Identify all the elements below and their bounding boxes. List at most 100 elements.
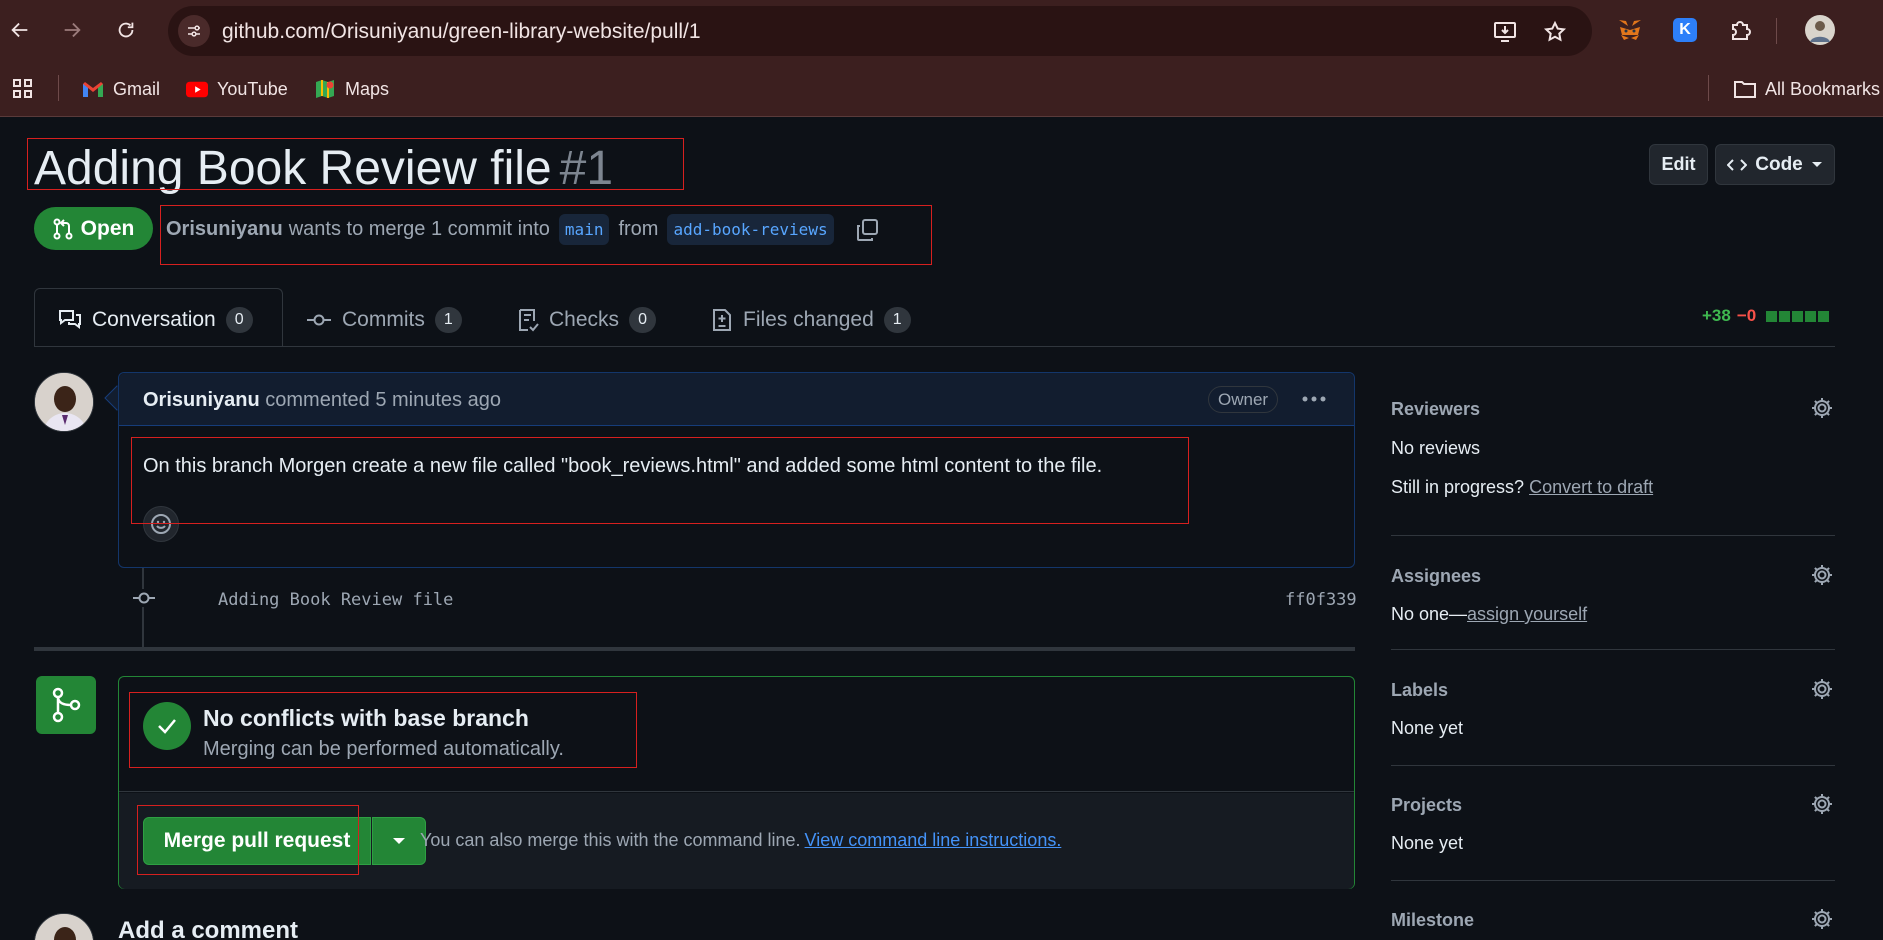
comment-header: Orisuniyanu commented 5 minutes ago Owne… [119, 373, 1354, 426]
apps-grid-icon[interactable] [12, 75, 34, 103]
tab-conversation[interactable]: Conversation 0 [58, 304, 253, 336]
merge-status-subtitle: Merging can be performed automatically. [203, 738, 564, 760]
comment-author[interactable]: Orisuniyanu [143, 389, 260, 411]
address-bar[interactable]: github.com/Orisuniyanu/green-library-web… [168, 6, 1592, 56]
folder-icon [1734, 78, 1756, 100]
merge-pull-request-button[interactable]: Merge pull request [143, 817, 371, 865]
sidebar-heading[interactable]: Milestone [1391, 910, 1474, 931]
maps-icon [314, 78, 336, 100]
metamask-extension-icon[interactable] [1614, 14, 1646, 46]
timeline-line [142, 568, 144, 647]
owner-badge: Owner [1208, 386, 1279, 413]
browser-toolbar: github.com/Orisuniyanu/green-library-web… [0, 0, 1883, 61]
command-line-instructions-link[interactable]: View command line instructions. [805, 830, 1062, 850]
projects-value: None yet [1391, 833, 1464, 853]
edit-button[interactable]: Edit [1649, 144, 1708, 185]
still-in-progress-text: Still in progress? [1391, 477, 1525, 497]
convert-to-draft-link[interactable]: Convert to draft [1529, 477, 1653, 497]
add-reaction-button[interactable] [143, 506, 179, 542]
k-extension-icon[interactable]: K [1669, 14, 1701, 46]
code-button[interactable]: Code [1715, 144, 1835, 185]
diffstat-blocks [1766, 310, 1830, 322]
forward-button[interactable] [56, 14, 88, 46]
site-info-icon[interactable] [178, 15, 210, 47]
gear-icon[interactable] [1809, 906, 1835, 932]
caret-down-icon [1811, 161, 1822, 167]
code-icon [1727, 158, 1748, 171]
sidebar-heading[interactable]: Assignees [1391, 566, 1481, 587]
pr-state-badge: Open [34, 207, 153, 250]
commit-sha[interactable]: ff0f339 [1285, 590, 1357, 610]
commit-icon [307, 314, 331, 326]
bookmark-youtube[interactable]: YouTube [186, 75, 288, 103]
caret-down-icon [393, 837, 405, 844]
diff-additions: +38 [1702, 306, 1731, 325]
sidebar-divider [1391, 535, 1835, 536]
commit-message[interactable]: Adding Book Review file [218, 590, 453, 610]
merge-info: Orisuniyanu wants to merge 1 commit into… [166, 214, 879, 245]
labels-value: None yet [1391, 718, 1464, 738]
reload-button[interactable] [110, 14, 142, 46]
gmail-icon [82, 78, 104, 100]
add-comment-heading: Add a comment [118, 917, 299, 940]
sidebar-divider [1391, 880, 1835, 881]
merge-status-title: No conflicts with base branch [203, 705, 529, 731]
install-app-icon[interactable] [1492, 19, 1518, 45]
comment-meta[interactable]: commented 5 minutes ago [265, 389, 501, 411]
merge-box: No conflicts with base branch Merging ca… [118, 676, 1355, 889]
bookmark-star-icon[interactable] [1542, 19, 1568, 45]
gear-icon[interactable] [1809, 676, 1835, 702]
back-button[interactable] [4, 14, 36, 46]
tab-commits[interactable]: Commits 1 [306, 304, 462, 336]
bookmarks-bar: Gmail YouTube Maps All Bookmarks [0, 61, 1883, 117]
bookmark-gmail[interactable]: Gmail [82, 75, 160, 103]
tab-checks[interactable]: Checks 0 [517, 304, 657, 336]
gear-icon[interactable] [1809, 791, 1835, 817]
sidebar-heading[interactable]: Reviewers [1391, 399, 1480, 420]
merge-method-dropdown[interactable] [372, 817, 426, 865]
avatar[interactable] [34, 372, 94, 432]
comment-body: On this branch Morgen create a new file … [143, 455, 1103, 477]
tab-files-changed[interactable]: Files changed 1 [711, 304, 911, 336]
gear-icon[interactable] [1809, 562, 1835, 588]
comment-card: Orisuniyanu commented 5 minutes ago Owne… [118, 372, 1355, 568]
page-title: Adding Book Review file #1 [34, 141, 613, 196]
commit-icon [131, 589, 157, 607]
timeline-end-divider [34, 647, 1355, 651]
sidebar-divider [1391, 649, 1835, 650]
extensions-puzzle-icon[interactable] [1724, 14, 1756, 46]
url-text[interactable]: github.com/Orisuniyanu/green-library-web… [222, 20, 701, 44]
from-text: from [618, 218, 659, 240]
diff-deletions: −0 [1736, 306, 1757, 325]
bookmark-maps[interactable]: Maps [314, 75, 389, 103]
merge-hint: You can also merge this with the command… [420, 830, 1062, 850]
all-bookmarks-button[interactable]: All Bookmarks [1734, 75, 1880, 103]
copy-icon[interactable] [855, 218, 879, 242]
merge-text: wants to merge 1 commit into [288, 218, 550, 240]
reload-icon [118, 22, 134, 38]
file-diff-icon [713, 309, 731, 331]
pr-author-link[interactable]: Orisuniyanu [166, 218, 283, 241]
arrow-left-icon [11, 22, 28, 38]
kebab-horizontal-icon [1302, 396, 1326, 402]
profile-avatar[interactable] [1804, 14, 1836, 46]
assign-yourself-link[interactable]: assign yourself [1467, 604, 1587, 624]
pr-number: #1 [559, 142, 614, 195]
pr-title-text: Adding Book Review file [34, 142, 552, 195]
comment-options-button[interactable] [1298, 387, 1330, 411]
sidebar-divider [1391, 765, 1835, 766]
base-branch[interactable]: main [558, 214, 610, 245]
sidebar-heading[interactable]: Projects [1391, 795, 1462, 816]
reviewers-value: No reviews [1391, 438, 1481, 458]
merge-status: No conflicts with base branch Merging ca… [119, 677, 1354, 792]
youtube-icon [186, 78, 208, 100]
checks-icon [519, 309, 539, 332]
tabs-divider [34, 346, 1835, 347]
conversation-icon [59, 310, 81, 329]
sidebar-heading[interactable]: Labels [1391, 680, 1448, 701]
assignees-value: No one— [1391, 604, 1468, 624]
head-branch[interactable]: add-book-reviews [667, 214, 834, 245]
diffstat: +38 −0 [1702, 306, 1830, 326]
check-circle-icon [143, 702, 191, 750]
gear-icon[interactable] [1809, 395, 1835, 421]
